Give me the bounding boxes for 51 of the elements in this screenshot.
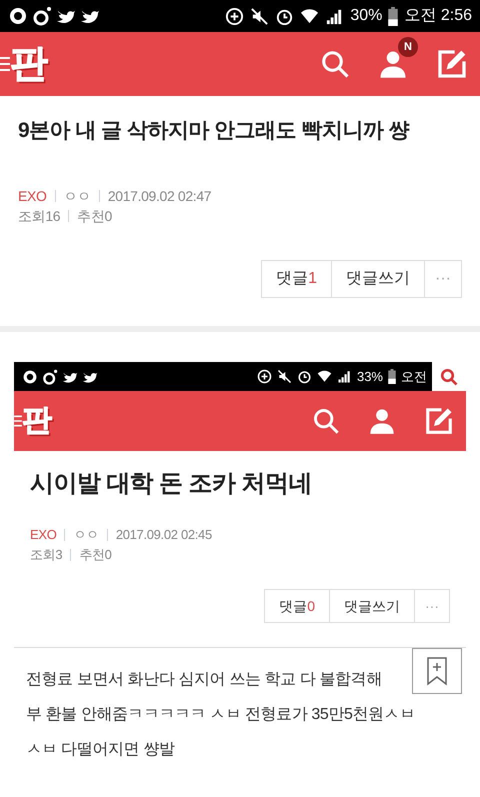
post-title: 시이발 대학 돈 조카 처먹네: [30, 469, 313, 500]
comments-button[interactable]: 댓글1: [262, 261, 332, 298]
search-icon[interactable]: [320, 49, 350, 79]
search-icon[interactable]: [312, 407, 340, 436]
write-icon[interactable]: [436, 48, 468, 80]
signal-icon: [336, 369, 352, 384]
like-count: 추천0: [79, 546, 112, 564]
mute-icon: [250, 6, 270, 26]
battery-percent: 30%: [350, 6, 382, 26]
write-comment-button[interactable]: 댓글쓰기: [330, 590, 415, 622]
menu-icon[interactable]: [14, 414, 22, 428]
write-comment-button[interactable]: 댓글쓰기: [332, 261, 426, 298]
post-title: 9본아 내 글 삭하지마 안그래도 빡치니까 썅: [18, 118, 410, 144]
app-logo[interactable]: 판: [22, 406, 52, 436]
view-count: 조회 16: [18, 207, 60, 226]
post-text-line: 부 환불 안해줌ㅋㅋㅋㅋㅋ ㅅㅂ 전형료가 35만5천원ㅅㅂ: [26, 705, 415, 726]
notification-badge: N: [398, 37, 418, 57]
clock: 오전 2:56: [404, 6, 472, 26]
write-icon[interactable]: [424, 406, 454, 436]
alarm-icon: [296, 369, 312, 384]
app-logo[interactable]: 판: [10, 45, 48, 83]
menu-icon[interactable]: [0, 55, 10, 73]
user-icon[interactable]: [368, 407, 396, 436]
search-icon: [440, 368, 458, 386]
mute-icon: [276, 369, 292, 384]
board-name[interactable]: EXO: [18, 186, 47, 206]
comments-button[interactable]: 댓글0: [265, 590, 330, 622]
like-count: 추천0: [77, 207, 112, 226]
more-button[interactable]: ···: [415, 590, 449, 622]
user-icon[interactable]: [378, 49, 408, 79]
wifi-icon: [300, 6, 320, 26]
author-name: ㅇㅇ: [73, 526, 99, 544]
bookmark-button[interactable]: [412, 648, 462, 694]
author-name: ㅇㅇ: [64, 187, 91, 206]
sync-icon: [256, 369, 272, 384]
battery-percent: 33%: [356, 368, 383, 386]
wifi-icon: [316, 369, 332, 384]
bookmark-icon: [426, 656, 448, 686]
post-text-line: ㅅㅂ 다떨어지면 썅발: [26, 740, 174, 760]
clock: 오전: [401, 368, 427, 386]
post-text-line: 전형료 보면서 화난다 심지어 쓰는 학교 다 불합격해: [26, 670, 382, 690]
board-name[interactable]: EXO: [30, 525, 56, 546]
battery-icon: [388, 6, 398, 26]
more-button[interactable]: ···: [425, 261, 461, 298]
view-count: 조회3: [30, 546, 62, 564]
battery-icon: [388, 369, 396, 384]
sync-icon: [225, 6, 244, 26]
post-date: 2017.09.02 02:47: [108, 187, 212, 206]
post-date: 2017.09.02 02:45: [116, 526, 212, 544]
camera-app-icon: [42, 368, 58, 385]
camera-app-icon: [32, 6, 52, 26]
